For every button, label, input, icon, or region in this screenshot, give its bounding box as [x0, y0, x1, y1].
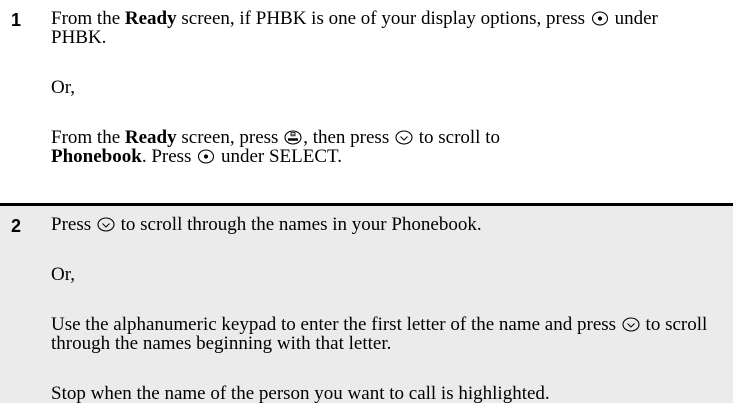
- text: to scroll to: [413, 127, 500, 148]
- or-text: Or,: [51, 77, 76, 98]
- step-number: 2: [11, 216, 22, 236]
- step-content: Press to scroll through the names in you…: [51, 215, 713, 403]
- ready-label: Ready: [124, 127, 177, 148]
- text: under SELECT.: [216, 146, 342, 167]
- text: screen, press: [176, 127, 284, 148]
- text: From the: [51, 127, 125, 148]
- text: to scroll through the names in your Phon…: [115, 214, 482, 235]
- step-2: 2 Press to scroll through the names in y…: [0, 203, 733, 403]
- nav-key-icon: [395, 130, 413, 145]
- menu-key-icon: [284, 130, 302, 145]
- text: From the: [51, 8, 125, 29]
- or-text: Or,: [51, 264, 76, 285]
- text: screen, if PHBK is one of your display o…: [176, 8, 590, 29]
- step-1: 1 From the Ready screen, if PHBK is one …: [0, 0, 733, 203]
- text: , then press: [303, 127, 394, 148]
- softkey-dot-icon: [591, 11, 609, 26]
- ready-label: Ready: [124, 8, 177, 29]
- instruction-paragraph: Stop when the name of the person you wan…: [51, 383, 550, 404]
- instruction-paragraph: Use the alphanumeric keypad to enter the…: [51, 315, 713, 353]
- text: . Press: [141, 146, 197, 167]
- instruction-paragraph: From the Ready screen, press , then pres…: [51, 128, 713, 166]
- instruction-paragraph: Press to scroll through the names in you…: [51, 215, 713, 234]
- phonebook-label: Phonebook: [51, 146, 142, 167]
- step-number: 1: [11, 10, 22, 30]
- nav-key-icon: [622, 317, 640, 332]
- softkey-dot-icon: [197, 149, 215, 164]
- instruction-paragraph: From the Ready screen, if PHBK is one of…: [51, 9, 713, 47]
- step-content: From the Ready screen, if PHBK is one of…: [51, 9, 713, 166]
- text: Press: [51, 214, 96, 235]
- nav-key-icon: [97, 217, 115, 232]
- text: Use the alphanumeric keypad to enter the…: [51, 314, 621, 335]
